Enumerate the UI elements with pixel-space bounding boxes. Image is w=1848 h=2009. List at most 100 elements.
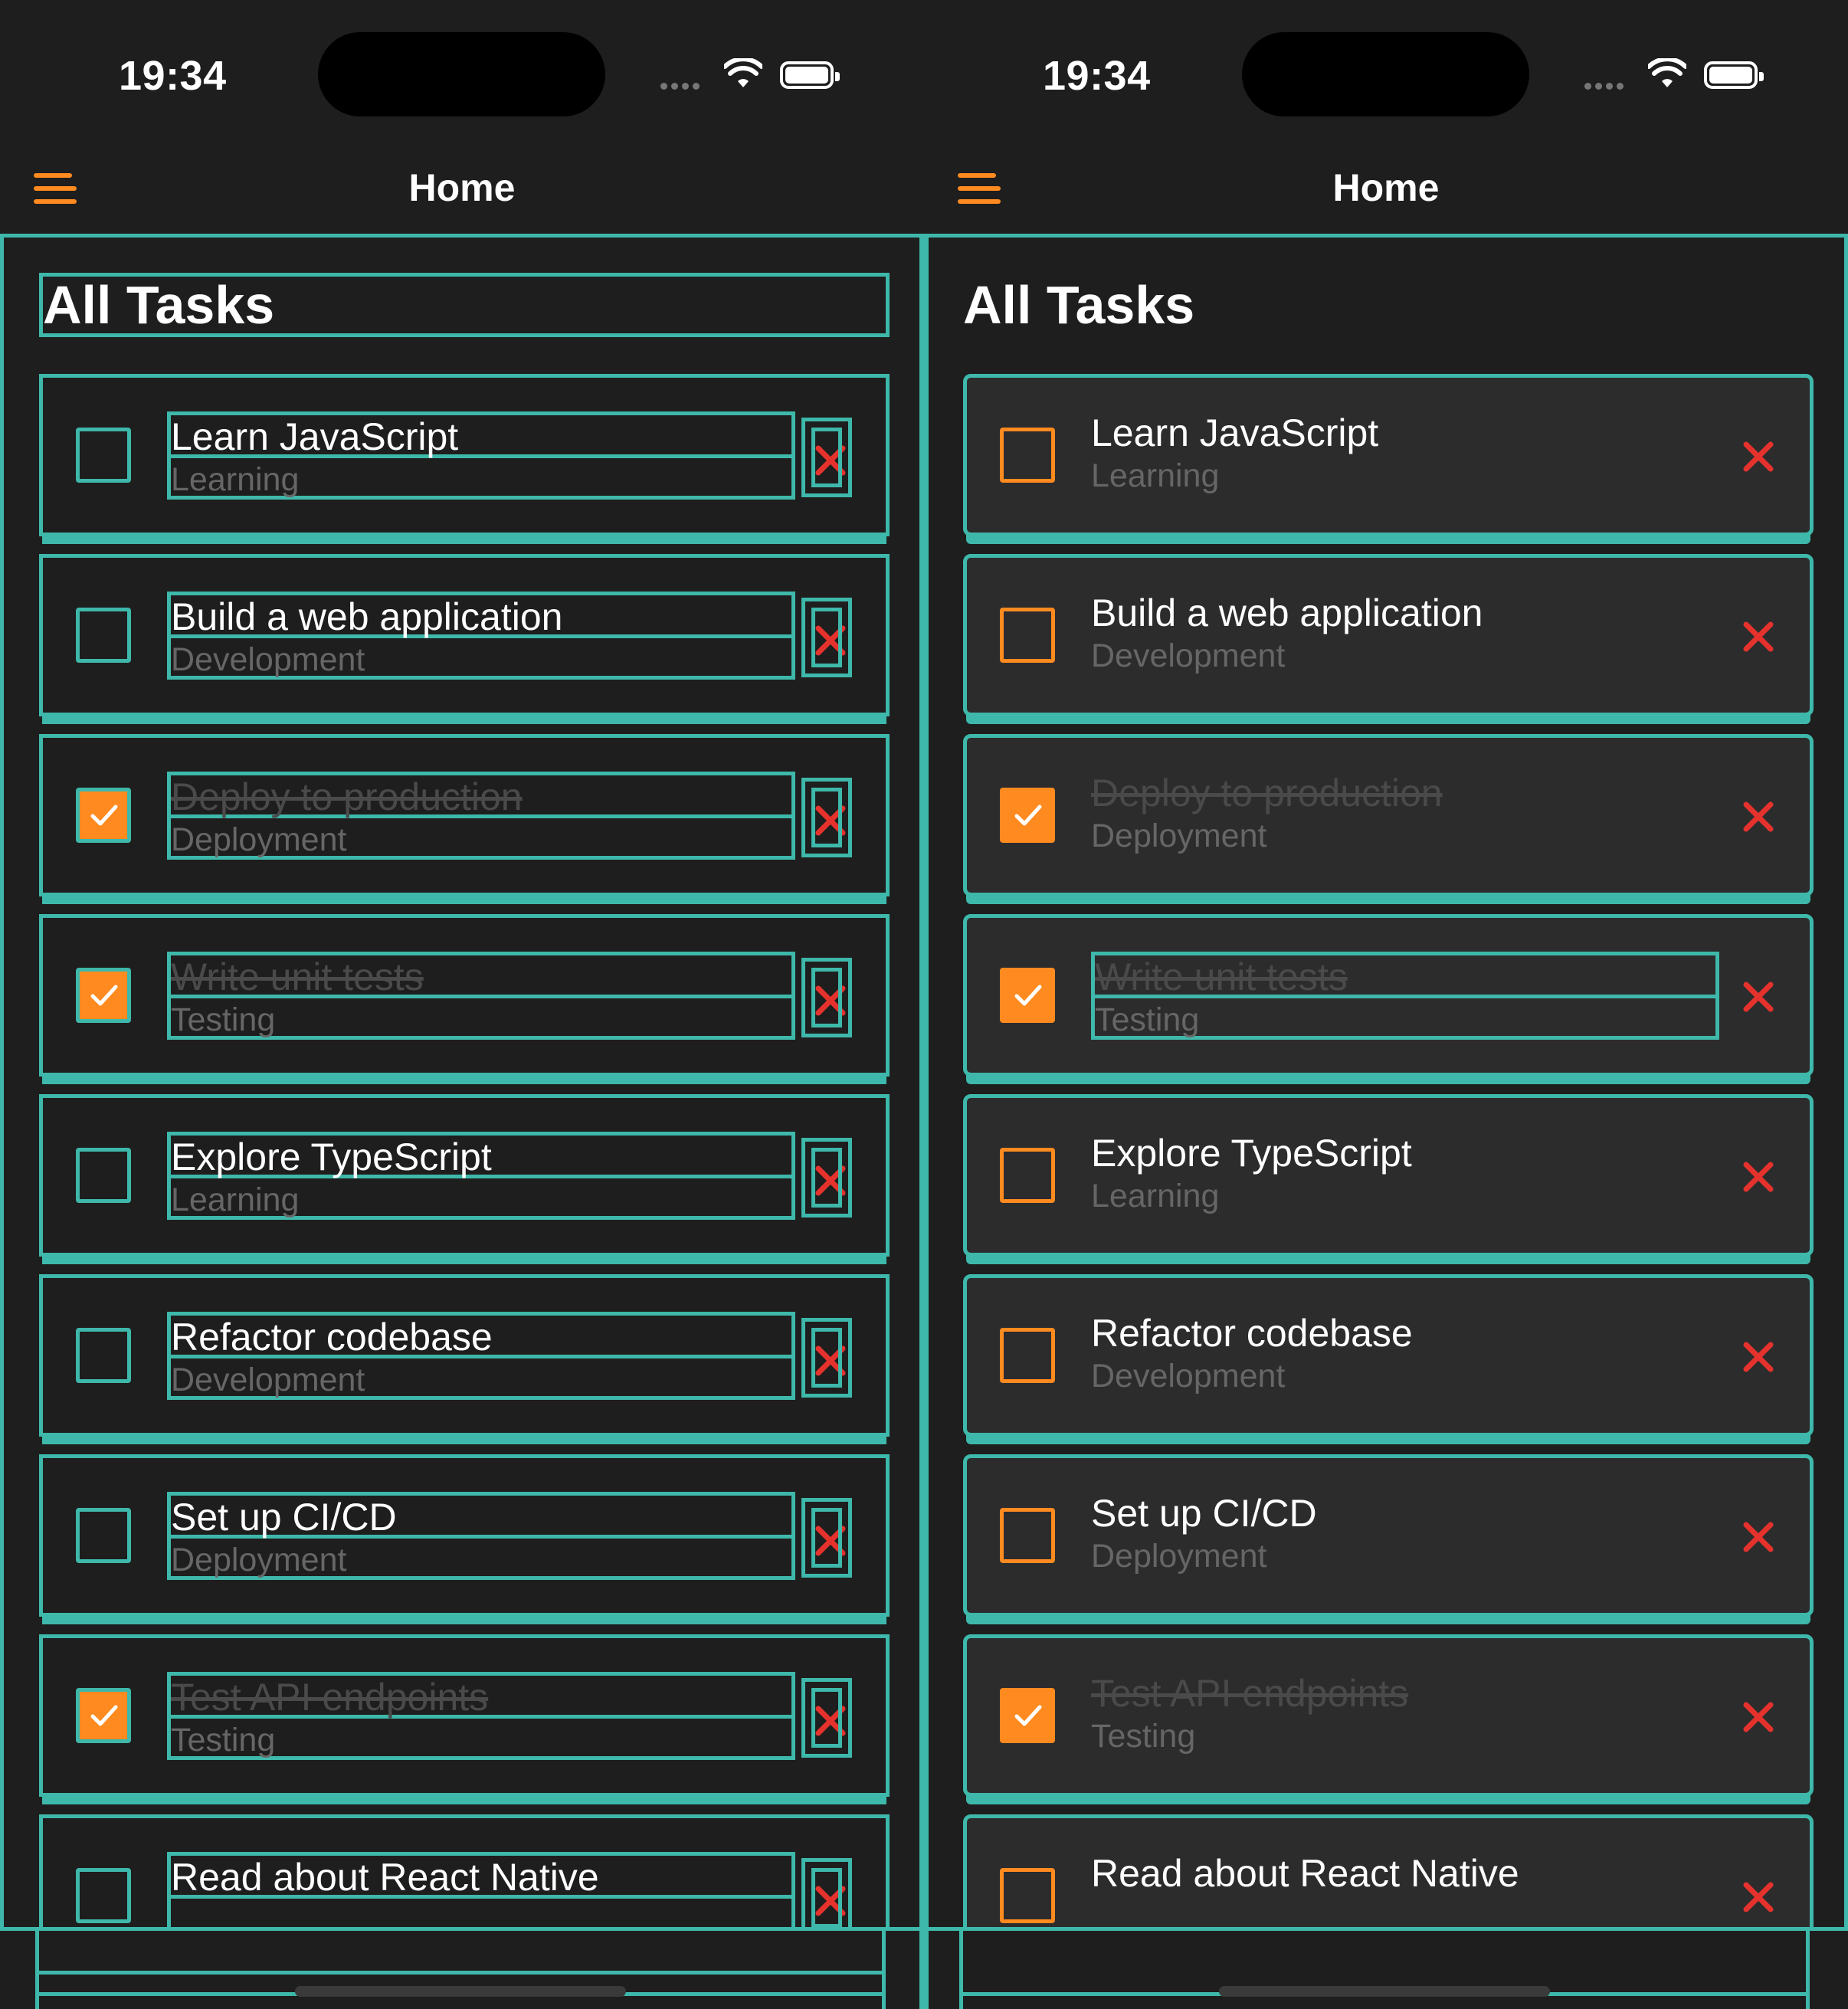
wifi-icon: [722, 57, 764, 93]
nav-title: Home: [1332, 166, 1440, 209]
delete-task-button[interactable]: [1733, 1498, 1784, 1578]
task-list[interactable]: Learn JavaScript Learning Build a web appl…: [963, 374, 1814, 1994]
home-indicator[interactable]: [1219, 1986, 1550, 1997]
task-row[interactable]: Build a web application Development: [39, 554, 890, 716]
task-title: Explore TypeScript: [171, 1136, 791, 1178]
delete-task-button[interactable]: [1733, 1858, 1784, 1938]
cellular-signal-icon: [1584, 80, 1627, 93]
task-row[interactable]: Explore TypeScript Learning: [963, 1094, 1814, 1257]
delete-task-button[interactable]: [801, 778, 852, 857]
task-checkbox[interactable]: [76, 428, 131, 483]
task-checkbox-checked[interactable]: [1000, 968, 1055, 1023]
task-row[interactable]: Refactor codebase Development: [963, 1274, 1814, 1437]
task-row[interactable]: Set up CI/CD Deployment: [963, 1454, 1814, 1617]
task-title: Deploy to production: [1091, 772, 1443, 814]
task-list[interactable]: Learn JavaScript Learning Build a web appl…: [39, 374, 890, 1994]
task-checkbox[interactable]: [1000, 1508, 1055, 1563]
task-checkbox[interactable]: [76, 1148, 131, 1203]
task-title: Build a web application: [171, 595, 791, 638]
task-screen: All Tasks Learn JavaScript Learning Build …: [924, 234, 1848, 2009]
delete-task-button[interactable]: [801, 1678, 852, 1758]
task-text: Build a web application Development: [167, 592, 795, 680]
screen-divider: [919, 234, 929, 2009]
task-text: Build a web application Development: [1091, 592, 1719, 677]
task-category: Deployment: [1091, 818, 1267, 854]
task-checkbox[interactable]: [1000, 608, 1055, 663]
task-row[interactable]: Learn JavaScript Learning: [39, 374, 890, 536]
home-indicator[interactable]: [295, 1986, 626, 1997]
task-text: Read about React Native: [1091, 1852, 1719, 1895]
task-category: Testing: [1091, 1718, 1196, 1755]
task-row[interactable]: Set up CI/CD Deployment: [39, 1454, 890, 1617]
status-bar: 19:34: [0, 0, 924, 138]
bottom-safe-area: [924, 1927, 1848, 2009]
task-checkbox[interactable]: [1000, 428, 1055, 483]
task-row[interactable]: Learn JavaScript Learning: [963, 374, 1814, 536]
task-category: Deployment: [171, 821, 347, 858]
task-title: Write unit tests: [171, 955, 791, 998]
task-checkbox[interactable]: [1000, 1868, 1055, 1923]
task-checkbox[interactable]: [1000, 1148, 1055, 1203]
status-time: 19:34: [119, 53, 227, 99]
task-checkbox-checked[interactable]: [76, 788, 131, 843]
task-checkbox[interactable]: [76, 1328, 131, 1383]
task-text: Write unit tests Testing: [167, 952, 795, 1040]
section-title: All Tasks: [963, 275, 1195, 335]
task-row[interactable]: Refactor codebase Development: [39, 1274, 890, 1437]
task-checkbox[interactable]: [1000, 1328, 1055, 1383]
task-checkbox[interactable]: [76, 1868, 131, 1923]
delete-task-button[interactable]: [801, 1498, 852, 1578]
task-title: Explore TypeScript: [1091, 1132, 1412, 1175]
task-category: Testing: [171, 1722, 276, 1758]
task-text: Learn JavaScript Learning: [167, 411, 795, 500]
delete-task-button[interactable]: [1733, 1678, 1784, 1758]
task-title: Refactor codebase: [171, 1316, 791, 1358]
task-category: Development: [171, 1362, 365, 1398]
task-title: Test API endpoints: [1091, 1672, 1409, 1715]
task-checkbox-checked[interactable]: [76, 1688, 131, 1743]
task-row[interactable]: Explore TypeScript Learning: [39, 1094, 890, 1257]
task-title: Test API endpoints: [171, 1676, 791, 1719]
task-row[interactable]: Deploy to production Deployment: [39, 734, 890, 896]
task-title: Write unit tests: [1095, 955, 1715, 998]
delete-task-button[interactable]: [1733, 598, 1784, 677]
task-checkbox-checked[interactable]: [1000, 1688, 1055, 1743]
task-checkbox-checked[interactable]: [76, 968, 131, 1023]
task-row[interactable]: Deploy to production Deployment: [963, 734, 1814, 896]
phone-screen-outlined: 19:34 Home All Tasks Learn JavaScript Lea…: [0, 0, 924, 2009]
delete-task-button[interactable]: [801, 1318, 852, 1398]
app-stage: 19:34 Home All Tasks Learn JavaScript Lea…: [0, 0, 1848, 2009]
phone-screen: 19:34 Home All Tasks Learn JavaScript Lea…: [924, 0, 1848, 2009]
delete-task-button[interactable]: [801, 958, 852, 1037]
delete-task-button[interactable]: [1733, 418, 1784, 497]
delete-task-button[interactable]: [801, 598, 852, 677]
task-row[interactable]: Build a web application Development: [963, 554, 1814, 716]
task-checkbox[interactable]: [76, 608, 131, 663]
nav-bar: Home: [0, 138, 924, 234]
task-category: Deployment: [1091, 1538, 1267, 1575]
task-text: Set up CI/CD Deployment: [1091, 1492, 1719, 1578]
delete-task-button[interactable]: [801, 1138, 852, 1218]
task-row[interactable]: Write unit tests Testing: [39, 914, 890, 1077]
delete-task-button[interactable]: [801, 418, 852, 497]
task-title: Learn JavaScript: [1091, 411, 1379, 454]
delete-task-button[interactable]: [1733, 1318, 1784, 1398]
section-title: All Tasks: [39, 273, 890, 337]
delete-task-button[interactable]: [1733, 958, 1784, 1037]
task-text: Refactor codebase Development: [167, 1312, 795, 1400]
delete-task-button[interactable]: [1733, 778, 1784, 857]
task-row[interactable]: Write unit tests Testing: [963, 914, 1814, 1077]
task-category: Learning: [1091, 457, 1220, 494]
task-checkbox[interactable]: [76, 1508, 131, 1563]
delete-task-button[interactable]: [801, 1858, 852, 1938]
task-title: Read about React Native: [171, 1856, 791, 1899]
task-category: Learning: [171, 461, 300, 498]
task-title: Build a web application: [1091, 592, 1483, 634]
task-text: Explore TypeScript Learning: [167, 1132, 795, 1220]
task-row[interactable]: Test API endpoints Testing: [963, 1634, 1814, 1797]
task-checkbox-checked[interactable]: [1000, 788, 1055, 843]
task-row[interactable]: Test API endpoints Testing: [39, 1634, 890, 1797]
battery-icon: [780, 61, 840, 89]
task-category: Learning: [1091, 1178, 1220, 1214]
delete-task-button[interactable]: [1733, 1138, 1784, 1218]
